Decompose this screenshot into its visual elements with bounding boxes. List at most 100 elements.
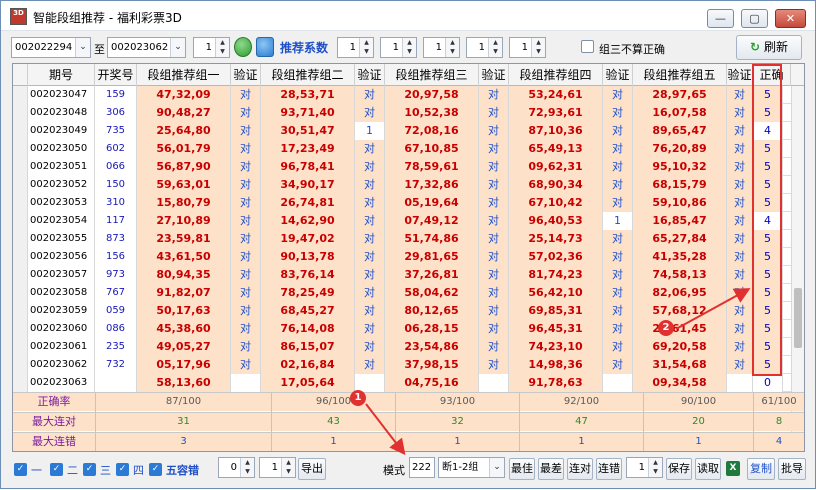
check-tolerance[interactable]: ✓ — [149, 463, 162, 476]
check-group1[interactable]: ✓ — [14, 463, 27, 476]
row-indicator[interactable] — [13, 284, 28, 302]
read-button[interactable]: 读取 — [695, 458, 721, 480]
refresh-button[interactable]: ↻ 刷新 — [736, 35, 802, 60]
up-arrow-button[interactable] — [256, 37, 274, 57]
stepper-arrows-icon[interactable]: ▲ ▼ — [531, 38, 545, 57]
header-group2[interactable]: 段组推荐组二 — [261, 64, 355, 86]
table-row[interactable]: 002023062 732 05,17,96 对 02,16,84 对 37,98,15 对 1… — [13, 356, 791, 374]
export-button[interactable]: 导出 — [298, 458, 326, 480]
step-stepper[interactable]: 1 ▲ ▼ — [193, 37, 230, 58]
row-indicator[interactable] — [13, 248, 28, 266]
bottom-stepper[interactable]: 1 ▲ ▼ — [626, 457, 663, 478]
row-indicator[interactable] — [13, 356, 28, 374]
worst-button[interactable]: 最差 — [538, 458, 564, 480]
stepper-arrows-icon[interactable]: ▲ ▼ — [648, 458, 662, 477]
check-group3[interactable]: ✓ — [83, 463, 96, 476]
streak-wrong-button[interactable]: 连错 — [596, 458, 622, 480]
row-indicator[interactable] — [13, 122, 28, 140]
scrollbar-thumb[interactable] — [794, 288, 802, 348]
row-indicator[interactable] — [13, 104, 28, 122]
best-button[interactable]: 最佳 — [509, 458, 535, 480]
save-button[interactable]: 保存 — [666, 458, 692, 480]
row-indicator[interactable] — [13, 212, 28, 230]
table-row[interactable]: 002023059 059 50,17,63 对 68,45,27 对 80,12,65 对 6… — [13, 302, 791, 320]
header-verify5[interactable]: 验证 — [727, 64, 753, 86]
table-row[interactable]: 002023049 735 25,64,80 对 30,51,47 1 72,08,16 对 8… — [13, 122, 791, 140]
cell-group1: 90,48,27 — [137, 104, 231, 122]
table-row[interactable]: 002023052 150 59,63,01 对 34,90,17 对 17,32,86 对 6… — [13, 176, 791, 194]
table-row[interactable]: 002023055 873 23,59,81 对 19,47,02 对 51,74,86 对 2… — [13, 230, 791, 248]
header-verify2[interactable]: 验证 — [355, 64, 385, 86]
chevron-down-icon[interactable]: ⌄ — [170, 38, 185, 57]
table-row[interactable]: 002023048 306 90,48,27 对 93,71,40 对 10,52,38 对 7… — [13, 104, 791, 122]
coef-stepper-1[interactable]: 1 ▲ ▼ — [337, 37, 374, 58]
table-row[interactable]: 002023056 156 43,61,50 对 90,13,78 对 29,81,65 对 5… — [13, 248, 791, 266]
stepper-arrows-icon[interactable]: ▲ ▼ — [240, 458, 254, 477]
excel-icon[interactable]: X — [726, 461, 740, 476]
table-row[interactable]: 002023063 58,13,60 17,05,64 04,75,16 91,78,6… — [13, 374, 791, 392]
batch-export-button[interactable]: 批导 — [778, 458, 806, 480]
header-group4[interactable]: 段组推荐组四 — [509, 64, 603, 86]
period-from-select[interactable]: 002022294 ⌄ — [11, 37, 91, 58]
table-row[interactable]: 002023051 066 56,87,90 对 96,78,41 对 78,59,61 对 0… — [13, 158, 791, 176]
maximize-button[interactable]: ▢ — [741, 9, 768, 28]
toolbar: 002022294 ⌄ 至 002023062 ⌄ 1 ▲ ▼ 推荐系数 1 ▲ ▼ … — [1, 32, 815, 62]
coef-stepper-5[interactable]: 1 ▲ ▼ — [509, 37, 546, 58]
cell-prize: 059 — [95, 302, 137, 320]
row-indicator[interactable] — [13, 176, 28, 194]
table-row[interactable]: 002023047 159 47,32,09 对 28,53,71 对 20,97,58 对 5… — [13, 86, 791, 104]
coef-stepper-4[interactable]: 1 ▲ ▼ — [466, 37, 503, 58]
table-row[interactable]: 002023054 117 27,10,89 对 14,62,90 对 07,49,12 对 9… — [13, 212, 791, 230]
table-row[interactable]: 002023058 767 91,82,07 对 78,25,49 对 58,04,62 对 5… — [13, 284, 791, 302]
check-group4[interactable]: ✓ — [116, 463, 129, 476]
stepper-arrows-icon[interactable]: ▲ ▼ — [488, 38, 502, 57]
table-row[interactable]: 002023057 973 80,94,35 对 83,76,14 对 37,26,81 对 8… — [13, 266, 791, 284]
row-indicator[interactable] — [13, 374, 28, 392]
row-indicator[interactable] — [13, 320, 28, 338]
tolerance-stepper-a[interactable]: 0 ▲ ▼ — [218, 457, 255, 478]
row-indicator[interactable] — [13, 158, 28, 176]
streak-right-button[interactable]: 连对 — [567, 458, 593, 480]
close-button[interactable]: ✕ — [775, 9, 806, 28]
header-group3[interactable]: 段组推荐组三 — [385, 64, 479, 86]
row-indicator[interactable] — [13, 194, 28, 212]
minimize-button[interactable]: — — [707, 9, 734, 28]
cell-group1: 80,94,35 — [137, 266, 231, 284]
header-prize[interactable]: 开奖号 — [95, 64, 137, 86]
header-verify3[interactable]: 验证 — [479, 64, 509, 86]
header-group1[interactable]: 段组推荐组一 — [137, 64, 231, 86]
copy-button[interactable]: 复制 — [747, 458, 775, 480]
table-row[interactable]: 002023050 602 56,01,79 对 17,23,49 对 67,10,85 对 6… — [13, 140, 791, 158]
period-to-select[interactable]: 002023062 ⌄ — [107, 37, 186, 58]
row-indicator[interactable] — [13, 140, 28, 158]
break-select[interactable]: 断1-2组 ⌄ — [438, 457, 505, 478]
stepper-arrows-icon[interactable]: ▲ ▼ — [215, 38, 229, 57]
header-verify1[interactable]: 验证 — [231, 64, 261, 86]
row-indicator[interactable] — [13, 86, 28, 104]
stepper-arrows-icon[interactable]: ▲ ▼ — [402, 38, 416, 57]
cell-verify3: 对 — [479, 158, 509, 176]
row-indicator[interactable] — [13, 266, 28, 284]
chevron-down-icon[interactable]: ⌄ — [75, 38, 90, 57]
table-row[interactable]: 002023060 086 45,38,60 对 76,14,08 对 06,28,15 对 9… — [13, 320, 791, 338]
mode-input[interactable]: 222 — [409, 457, 435, 478]
header-verify4[interactable]: 验证 — [603, 64, 633, 86]
stepper-arrows-icon[interactable]: ▲ ▼ — [359, 38, 373, 57]
tolerance-stepper-b[interactable]: 1 ▲ ▼ — [259, 457, 296, 478]
coef-stepper-2[interactable]: 1 ▲ ▼ — [380, 37, 417, 58]
down-arrow-button[interactable] — [234, 37, 252, 57]
stepper-arrows-icon[interactable]: ▲ ▼ — [445, 38, 459, 57]
table-row[interactable]: 002023053 310 15,80,79 对 26,74,81 对 05,19,64 对 6… — [13, 194, 791, 212]
row-indicator[interactable] — [13, 302, 28, 320]
stepper-arrows-icon[interactable]: ▲ ▼ — [281, 458, 295, 477]
header-group5[interactable]: 段组推荐组五 — [633, 64, 727, 86]
row-indicator[interactable] — [13, 338, 28, 356]
row-indicator[interactable] — [13, 230, 28, 248]
no-triplet-checkbox[interactable] — [581, 40, 594, 53]
cell-verify2: 对 — [355, 338, 385, 356]
chevron-down-icon[interactable]: ⌄ — [489, 458, 504, 477]
header-period[interactable]: 期号 — [28, 64, 95, 86]
coef-stepper-3[interactable]: 1 ▲ ▼ — [423, 37, 460, 58]
table-row[interactable]: 002023061 235 49,05,27 对 86,15,07 对 23,54,86 对 7… — [13, 338, 791, 356]
check-group2[interactable]: ✓ — [50, 463, 63, 476]
